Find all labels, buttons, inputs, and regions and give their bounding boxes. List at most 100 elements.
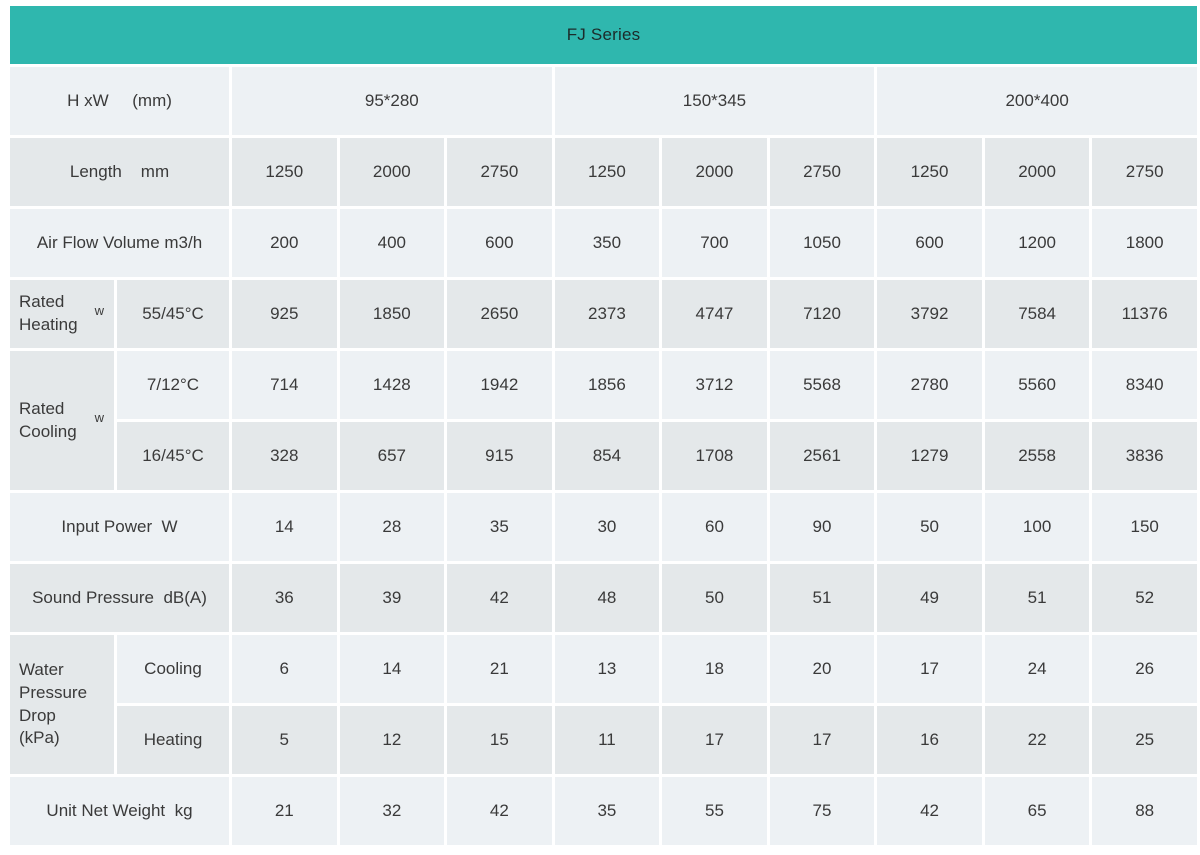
row-label-sound-pressure: Sound Pressure dB(A): [10, 564, 229, 632]
value-cell: 200: [232, 209, 337, 277]
value-cell: 714: [232, 351, 337, 419]
value-cell: 2561: [770, 422, 875, 490]
value-cell: 350: [555, 209, 660, 277]
label-text: Rated Cooling: [19, 398, 77, 443]
value-cell: 52: [1092, 564, 1197, 632]
value-cell: 8340: [1092, 351, 1197, 419]
table-title: FJ Series: [10, 6, 1197, 64]
value-cell: 88: [1092, 777, 1197, 845]
value-cell: 50: [877, 493, 982, 561]
table-row: Air Flow Volume m3/h20040060035070010506…: [10, 209, 1197, 277]
value-cell: 35: [555, 777, 660, 845]
value-cell: 42: [877, 777, 982, 845]
page: FJ Series H xW (mm)95*280150*345200*400L…: [0, 0, 1200, 855]
value-cell: 13: [555, 635, 660, 703]
table-row: Rated Coolingw7/12°C71414281942185637125…: [10, 351, 1197, 419]
value-cell: 854: [555, 422, 660, 490]
value-cell: 3836: [1092, 422, 1197, 490]
value-cell: 75: [770, 777, 875, 845]
value-cell: 2373: [555, 280, 660, 348]
value-cell: 14: [340, 635, 445, 703]
value-cell: 2000: [985, 138, 1090, 206]
value-cell: 6: [232, 635, 337, 703]
row-label-airflow: Air Flow Volume m3/h: [10, 209, 229, 277]
value-cell: 24: [985, 635, 1090, 703]
value-cell: 2780: [877, 351, 982, 419]
row-label-input-power: Input Power W: [10, 493, 229, 561]
value-cell: 14: [232, 493, 337, 561]
table-row: Length mm1250200027501250200027501250200…: [10, 138, 1197, 206]
value-cell: 60: [662, 493, 767, 561]
value-cell: 11: [555, 706, 660, 774]
value-cell: 1250: [555, 138, 660, 206]
value-cell: 2650: [447, 280, 552, 348]
value-cell: 49: [877, 564, 982, 632]
value-cell: 5568: [770, 351, 875, 419]
row-label-length: Length mm: [10, 138, 229, 206]
value-cell: 5: [232, 706, 337, 774]
value-cell: 150: [1092, 493, 1197, 561]
group-header-150-345: 150*345: [555, 67, 875, 135]
fj-series-spec-table: FJ Series H xW (mm)95*280150*345200*400L…: [7, 3, 1200, 848]
value-cell: 925: [232, 280, 337, 348]
spec-table-body: H xW (mm)95*280150*345200*400Length mm12…: [10, 67, 1197, 845]
value-cell: 328: [232, 422, 337, 490]
sub-label-16-45: 16/45°C: [117, 422, 229, 490]
value-cell: 4747: [662, 280, 767, 348]
value-cell: 26: [1092, 635, 1197, 703]
value-cell: 48: [555, 564, 660, 632]
unit-label: w: [95, 409, 104, 426]
table-row: H xW (mm)95*280150*345200*400: [10, 67, 1197, 135]
row-label-rated-heating: Rated Heatingw: [10, 280, 114, 348]
value-cell: 22: [985, 706, 1090, 774]
value-cell: 2750: [447, 138, 552, 206]
value-cell: 32: [340, 777, 445, 845]
unit-label: w: [95, 302, 104, 319]
value-cell: 1708: [662, 422, 767, 490]
value-cell: 17: [662, 706, 767, 774]
row-label-water-pressure-drop: Water Pressure Drop (kPa): [10, 635, 114, 774]
table-row: Input Power W14283530609050100150: [10, 493, 1197, 561]
value-cell: 15: [447, 706, 552, 774]
value-cell: 90: [770, 493, 875, 561]
value-cell: 5560: [985, 351, 1090, 419]
value-cell: 1428: [340, 351, 445, 419]
value-cell: 1250: [877, 138, 982, 206]
value-cell: 600: [877, 209, 982, 277]
value-cell: 1856: [555, 351, 660, 419]
value-cell: 55: [662, 777, 767, 845]
sub-label-heating: Heating: [117, 706, 229, 774]
value-cell: 17: [770, 706, 875, 774]
value-cell: 2558: [985, 422, 1090, 490]
value-cell: 50: [662, 564, 767, 632]
value-cell: 1200: [985, 209, 1090, 277]
value-cell: 21: [232, 777, 337, 845]
value-cell: 20: [770, 635, 875, 703]
value-cell: 2750: [1092, 138, 1197, 206]
value-cell: 100: [985, 493, 1090, 561]
table-row: 16/45°C32865791585417082561127925583836: [10, 422, 1197, 490]
value-cell: 1279: [877, 422, 982, 490]
value-cell: 2000: [340, 138, 445, 206]
value-cell: 3792: [877, 280, 982, 348]
value-cell: 51: [985, 564, 1090, 632]
value-cell: 700: [662, 209, 767, 277]
sub-label-55-45: 55/45°C: [117, 280, 229, 348]
value-cell: 915: [447, 422, 552, 490]
value-cell: 28: [340, 493, 445, 561]
value-cell: 1250: [232, 138, 337, 206]
value-cell: 600: [447, 209, 552, 277]
value-cell: 7584: [985, 280, 1090, 348]
value-cell: 51: [770, 564, 875, 632]
value-cell: 400: [340, 209, 445, 277]
value-cell: 21: [447, 635, 552, 703]
value-cell: 1800: [1092, 209, 1197, 277]
table-row: Unit Net Weight kg213242355575426588: [10, 777, 1197, 845]
value-cell: 25: [1092, 706, 1197, 774]
value-cell: 42: [447, 777, 552, 845]
value-cell: 65: [985, 777, 1090, 845]
row-label-rated-cooling: Rated Cooling w: [10, 351, 114, 490]
group-header-200-400: 200*400: [877, 67, 1197, 135]
table-row: Rated Heatingw55/45°C9251850265023734747…: [10, 280, 1197, 348]
value-cell: 39: [340, 564, 445, 632]
